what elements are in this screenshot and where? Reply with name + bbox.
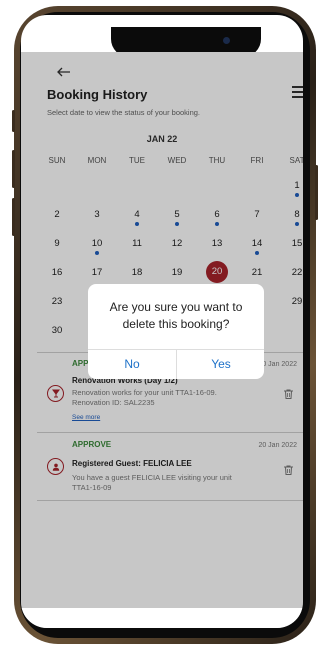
camera-icon bbox=[223, 37, 230, 44]
status-bar bbox=[21, 15, 303, 57]
delete-confirm-dialog: Are you sure you want to delete this boo… bbox=[88, 284, 264, 379]
dialog-message: Are you sure you want to delete this boo… bbox=[88, 299, 264, 333]
home-indicator-area bbox=[21, 608, 303, 628]
volume-up-button bbox=[12, 150, 15, 188]
app-screen: Booking History Select date to view the … bbox=[21, 52, 303, 628]
no-button[interactable]: No bbox=[88, 349, 176, 379]
dialog-message-line: delete this booking? bbox=[122, 317, 230, 331]
mute-switch bbox=[12, 110, 15, 132]
yes-button[interactable]: Yes bbox=[177, 349, 265, 379]
dialog-message-line: Are you sure you want to bbox=[109, 300, 243, 314]
power-button bbox=[315, 165, 318, 220]
volume-down-button bbox=[12, 198, 15, 236]
